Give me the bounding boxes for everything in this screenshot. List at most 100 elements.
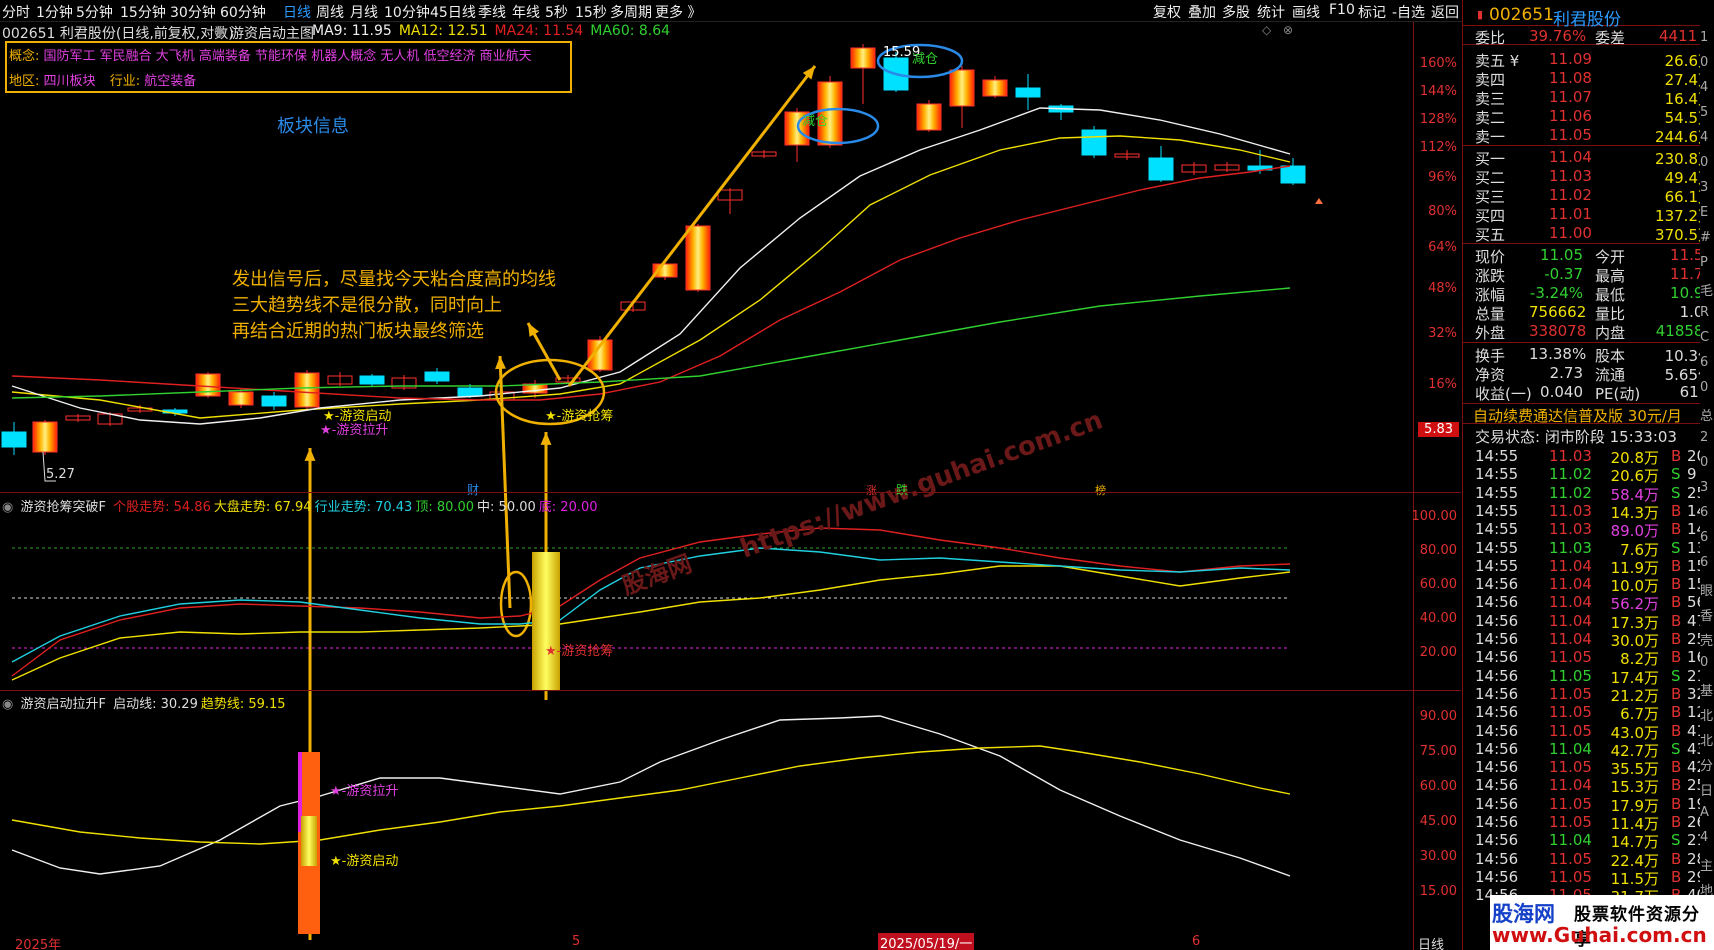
toolbar-btn-2[interactable]: 多股 xyxy=(1222,2,1250,22)
candle[interactable] xyxy=(261,395,287,407)
stat-label-2: 最高 xyxy=(1595,267,1626,285)
pane-separator-1[interactable] xyxy=(0,492,1461,493)
axis-main-tick: 64% xyxy=(1428,240,1457,255)
toolbar-btn-5[interactable]: F10 xyxy=(1329,2,1355,18)
period-tab-9[interactable]: 10分钟 xyxy=(384,2,430,22)
toolbar-btn-0[interactable]: 复权 xyxy=(1153,2,1181,22)
settings-icon[interactable]: ◉ xyxy=(214,23,226,39)
candle[interactable] xyxy=(457,387,483,397)
period-tab-12[interactable]: 年线 xyxy=(512,2,540,22)
stat-label-2: 量比 xyxy=(1595,305,1626,323)
ind1-settings-icon[interactable]: ◉ xyxy=(2,500,13,515)
event-zhang-marker[interactable]: 涨 xyxy=(866,482,877,498)
stat2-label-2: 流通 xyxy=(1595,366,1626,384)
ind2-title[interactable]: 游资启动拉升F xyxy=(20,697,105,712)
tick-side: S xyxy=(1671,666,1681,685)
period-tab-15[interactable]: 多周期 xyxy=(610,2,652,22)
tick-time: 14:55 xyxy=(1475,483,1519,502)
toolbar-btn-7[interactable]: -自选 xyxy=(1392,2,1425,22)
tick-row: 14:55 11.03 89.0万 B 14 xyxy=(1463,520,1714,540)
ad-text[interactable]: 自动续费通达信普及版 30元/月 xyxy=(1473,405,1682,426)
pane-resize-icon[interactable]: ◇ xyxy=(1262,23,1271,37)
ma-value-0: MA9: 11.95 xyxy=(312,23,392,39)
period-tab-11[interactable]: 季线 xyxy=(478,2,506,22)
tick-time: 14:55 xyxy=(1475,501,1519,520)
candle[interactable] xyxy=(685,225,711,291)
period-tab-1[interactable]: 1分钟 xyxy=(36,2,73,22)
date-month-5: 5 xyxy=(572,934,581,949)
order-price: 11.05 xyxy=(1549,126,1592,144)
toolbar-btn-6[interactable]: 标记 xyxy=(1358,2,1386,22)
clip-char: # xyxy=(1700,230,1711,245)
candle[interactable] xyxy=(424,371,450,382)
period-tab-5[interactable]: 60分钟 xyxy=(220,2,266,22)
tick-time: 14:55 xyxy=(1475,538,1519,557)
candle[interactable] xyxy=(1015,87,1041,98)
candle[interactable] xyxy=(228,391,254,406)
stat2-row-0: 换手 13.38% 股本 10.3亿 xyxy=(1463,345,1714,365)
toolbar-btn-3[interactable]: 统计 xyxy=(1257,2,1285,22)
period-tab-10[interactable]: 45日线 xyxy=(430,2,476,22)
order-price: 11.04 xyxy=(1549,148,1592,166)
candle[interactable] xyxy=(1,431,27,448)
candle[interactable] xyxy=(1081,129,1107,156)
period-tab-0[interactable]: 分时 xyxy=(2,2,30,22)
tick-side: B xyxy=(1671,556,1682,575)
tick-price: 11.05 xyxy=(1549,867,1592,886)
clip-char: 0 xyxy=(1700,380,1709,395)
pane-separator-2[interactable] xyxy=(0,690,1461,691)
toolbar-btn-4[interactable]: 画线 xyxy=(1292,2,1320,22)
tick-row: 14:56 11.04 42.7万 S 43 xyxy=(1463,740,1714,760)
signal-lasheng-main: ★-游资拉升 xyxy=(320,423,389,438)
signal-qiangchou-main: ★-游资抢筹 xyxy=(545,409,614,424)
tick-time: 14:56 xyxy=(1475,794,1519,813)
candle[interactable] xyxy=(949,69,975,107)
tick-row: 14:55 11.04 11.9万 B 15 xyxy=(1463,556,1714,577)
ind2-settings-icon[interactable]: ◉ xyxy=(2,697,13,712)
period-tab-14[interactable]: 15秒 xyxy=(575,2,607,22)
industry-value[interactable]: 航空装备 xyxy=(144,74,196,89)
tick-row: 14:56 11.05 43.0万 B 41 xyxy=(1463,722,1714,742)
stat-label-2: 内盘 xyxy=(1595,324,1626,342)
period-tab-4[interactable]: 30分钟 xyxy=(170,2,216,22)
candle[interactable] xyxy=(294,372,320,408)
tick-side: B xyxy=(1671,794,1682,813)
period-tab-16[interactable]: 更多 》 xyxy=(655,2,701,22)
ind1-value-4: 中: 50.00 xyxy=(477,500,536,515)
event-die-marker[interactable]: 跌 xyxy=(896,481,908,498)
period-tab-3[interactable]: 15分钟 xyxy=(120,2,166,22)
candle[interactable] xyxy=(982,79,1008,97)
order-label: 卖四 xyxy=(1475,71,1506,89)
candle[interactable] xyxy=(850,47,876,69)
period-tab-7[interactable]: 周线 xyxy=(316,2,344,22)
period-tab-13[interactable]: 5秒 xyxy=(545,2,568,22)
period-label[interactable]: 日线 xyxy=(1418,934,1444,950)
clip-char: 毛 xyxy=(1700,284,1714,299)
arrow-qiangchou-up-head xyxy=(540,432,552,445)
axis-ind2-tick: 60.00 xyxy=(1419,779,1457,794)
period-tab-8[interactable]: 月线 xyxy=(350,2,378,22)
pane-close-icon[interactable]: ⊗ xyxy=(1283,23,1293,37)
strategy-note-3: 再结合近期的热门板块最终筛选 xyxy=(232,321,484,342)
ind1-value-0: 个股走势: 54.86 xyxy=(113,500,211,515)
period-tab-2[interactable]: 5分钟 xyxy=(76,2,113,22)
region-value[interactable]: 四川板块 xyxy=(44,74,96,89)
event-bang-marker[interactable]: 榜 xyxy=(1095,482,1106,498)
tick-time: 14:56 xyxy=(1475,703,1519,722)
candle[interactable] xyxy=(1148,157,1174,181)
concept-list[interactable]: 国防军工 军民融合 大飞机 高端装备 节能环保 机器人概念 无人机 低空经济 商… xyxy=(44,49,532,64)
toolbar-btn-8[interactable]: 返回 xyxy=(1431,2,1459,22)
period-tab-6[interactable]: 日线 xyxy=(283,2,311,22)
ind1-title[interactable]: 游资抢筹突破F xyxy=(20,500,105,515)
clip-char: R xyxy=(1700,305,1710,320)
clip-char: P xyxy=(1700,255,1708,270)
candle[interactable] xyxy=(916,103,942,131)
candle[interactable] xyxy=(1280,165,1306,184)
candle[interactable] xyxy=(32,421,58,453)
toolbar-btn-1[interactable]: 叠加 xyxy=(1188,2,1216,22)
ad-banner[interactable]: 自动续费通达信普及版 30元/月 xyxy=(1463,403,1714,426)
tick-row: 14:56 11.04 17.3万 B 47 xyxy=(1463,612,1714,632)
candle[interactable] xyxy=(359,375,385,385)
tick-price: 11.04 xyxy=(1549,630,1592,648)
stat2-value: 13.38% xyxy=(1529,345,1587,363)
